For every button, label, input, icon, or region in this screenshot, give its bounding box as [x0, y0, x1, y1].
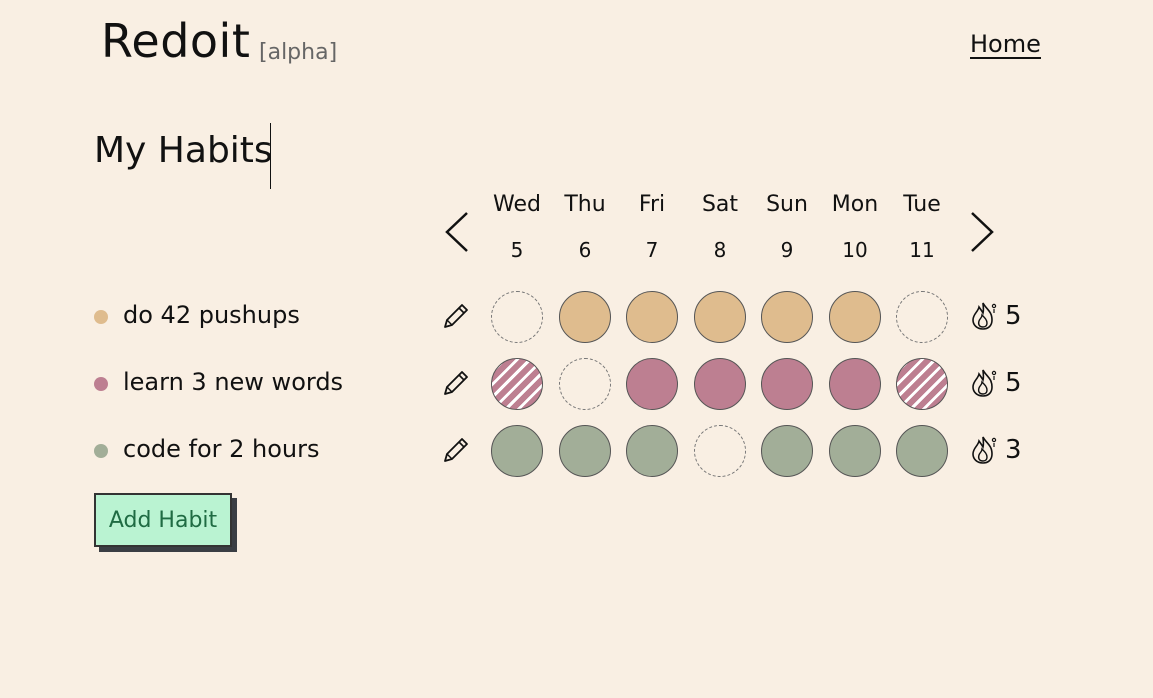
habit-name[interactable]: do 42 pushups	[123, 301, 300, 329]
habit-cell-done[interactable]	[491, 425, 543, 477]
habit-cell-done[interactable]	[626, 358, 678, 410]
habit-cell-done[interactable]	[829, 358, 881, 410]
pencil-icon[interactable]	[441, 435, 471, 465]
pencil-icon[interactable]	[441, 368, 471, 398]
app-logo[interactable]: Redoit	[101, 14, 250, 68]
habit-cell-done[interactable]	[559, 291, 611, 343]
day-name-fri: Fri	[638, 192, 666, 217]
habit-cell-empty[interactable]	[896, 291, 948, 343]
habit-cell-done[interactable]	[829, 425, 881, 477]
day-number: 10	[842, 238, 868, 262]
habit-row: learn 3 new words 5	[0, 354, 1153, 414]
day-name-thu: Thu	[564, 192, 606, 217]
day-number: 5	[510, 238, 524, 262]
habit-cell-done[interactable]	[761, 358, 813, 410]
habit-cell-done[interactable]	[694, 291, 746, 343]
day-name-tue: Tue	[903, 192, 941, 217]
day-number: 7	[645, 238, 659, 262]
habit-color-dot	[94, 377, 108, 391]
streak-count: 3	[1005, 435, 1022, 465]
streak-count: 5	[1005, 368, 1022, 398]
habit-cell-done[interactable]	[761, 425, 813, 477]
habit-cell-empty[interactable]	[491, 291, 543, 343]
day-number: 6	[578, 238, 592, 262]
page-title[interactable]: My Habits	[94, 130, 273, 171]
flame-icon	[970, 300, 998, 332]
day-number: 11	[909, 238, 935, 262]
flame-icon	[970, 434, 998, 466]
day-name-sat: Sat	[701, 192, 739, 217]
habit-color-dot	[94, 444, 108, 458]
day-name-mon: Mon	[831, 192, 879, 217]
flame-icon	[970, 367, 998, 399]
habit-cell-done[interactable]	[626, 291, 678, 343]
habit-row: code for 2 hours 3	[0, 421, 1153, 481]
day-name-wed: Wed	[493, 192, 541, 217]
home-link[interactable]: Home	[970, 31, 1041, 59]
habit-cell-skipped[interactable]	[896, 358, 948, 410]
text-caret	[270, 123, 271, 189]
day-number: 8	[713, 238, 727, 262]
habit-name[interactable]: code for 2 hours	[123, 435, 320, 463]
habit-cell-skipped[interactable]	[491, 358, 543, 410]
chevron-left-icon[interactable]	[441, 207, 471, 257]
habit-row: do 42 pushups 5	[0, 287, 1153, 347]
alpha-tag: [alpha]	[259, 40, 338, 65]
habit-cell-done[interactable]	[626, 425, 678, 477]
habit-cell-done[interactable]	[559, 425, 611, 477]
habit-cell-done[interactable]	[761, 291, 813, 343]
habit-cell-done[interactable]	[829, 291, 881, 343]
chevron-right-icon[interactable]	[968, 207, 998, 257]
habit-cell-done[interactable]	[694, 358, 746, 410]
pencil-icon[interactable]	[441, 301, 471, 331]
add-habit-button[interactable]: Add Habit	[94, 493, 232, 547]
habit-color-dot	[94, 310, 108, 324]
day-name-sun: Sun	[766, 192, 808, 217]
streak-count: 5	[1005, 301, 1022, 331]
day-number: 9	[780, 238, 794, 262]
habit-cell-empty[interactable]	[559, 358, 611, 410]
habit-name[interactable]: learn 3 new words	[123, 368, 343, 396]
habit-cell-empty[interactable]	[694, 425, 746, 477]
habit-cell-done[interactable]	[896, 425, 948, 477]
